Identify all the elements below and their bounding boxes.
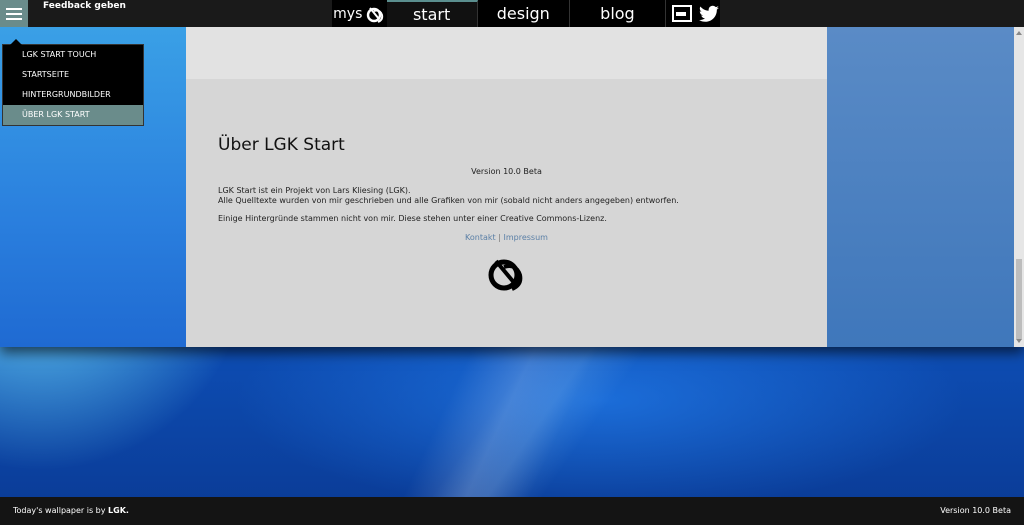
footer-version: Version 10.0 Beta [940,506,1011,515]
main-nav: mys start design blog [332,0,720,27]
scroll-up-icon[interactable] [1016,31,1022,35]
header-band [186,27,827,79]
top-bar: Feedback geben mys start design blog [0,0,1024,27]
tab-design[interactable]: design [478,0,570,27]
mys-label: mys [333,5,363,22]
vertical-scrollbar[interactable] [1014,27,1024,347]
wallpaper-credit-prefix: Today's wallpaper is by [13,506,106,515]
social-links [666,0,720,27]
lgk-logo-icon [488,259,523,291]
license-text: Einige Hintergründe stammen nicht von mi… [218,214,607,223]
panel-right-margin [827,27,1024,347]
tab-blog[interactable]: blog [570,0,666,27]
wallpaper-credit: Today's wallpaper is by LGK. [13,506,129,515]
bookmark-image-icon[interactable] [672,5,692,22]
twitter-icon[interactable] [698,5,720,23]
lgk-small-logo-icon [367,6,384,23]
menu-item-hintergrundbilder[interactable]: HINTERGRUNDBILDER [3,85,143,105]
contact-link[interactable]: Kontakt [465,233,496,242]
menu-item-startseite[interactable]: STARTSEITE [3,65,143,85]
tab-start[interactable]: start [386,0,478,27]
about-section: Über LGK Start Version 10.0 Beta LGK Sta… [186,27,827,347]
about-line-1: LGK Start ist ein Projekt von Lars Klies… [218,186,411,195]
feedback-link[interactable]: Feedback geben [43,0,126,12]
page-title: Über LGK Start [218,135,345,155]
menu-button[interactable] [0,0,28,27]
scroll-down-icon[interactable] [1016,339,1022,343]
menu-item-ueber-lgk-start[interactable]: ÜBER LGK START [3,105,143,125]
imprint-link[interactable]: Impressum [503,233,547,242]
footer-links: Kontakt | Impressum [186,233,827,242]
status-footer: Today's wallpaper is by LGK. Version 10.… [0,497,1024,525]
menu-item-lgk-start-touch[interactable]: LGK START TOUCH [3,45,143,65]
dropdown-menu: LGK START TOUCH STARTSEITE HINTERGRUNDBI… [2,39,144,126]
about-line-2: Alle Quelltexte wurden von mir geschrieb… [218,196,679,205]
mys-brand[interactable]: mys [332,0,387,27]
version-label: Version 10.0 Beta [471,167,542,176]
content-panel: Über LGK Start Version 10.0 Beta LGK Sta… [0,27,1024,347]
scrollbar-thumb[interactable] [1016,259,1022,339]
link-separator: | [498,233,501,242]
wallpaper-author-link[interactable]: LGK. [108,506,129,515]
hamburger-icon [6,7,22,20]
about-text: LGK Start ist ein Projekt von Lars Klies… [218,186,798,206]
